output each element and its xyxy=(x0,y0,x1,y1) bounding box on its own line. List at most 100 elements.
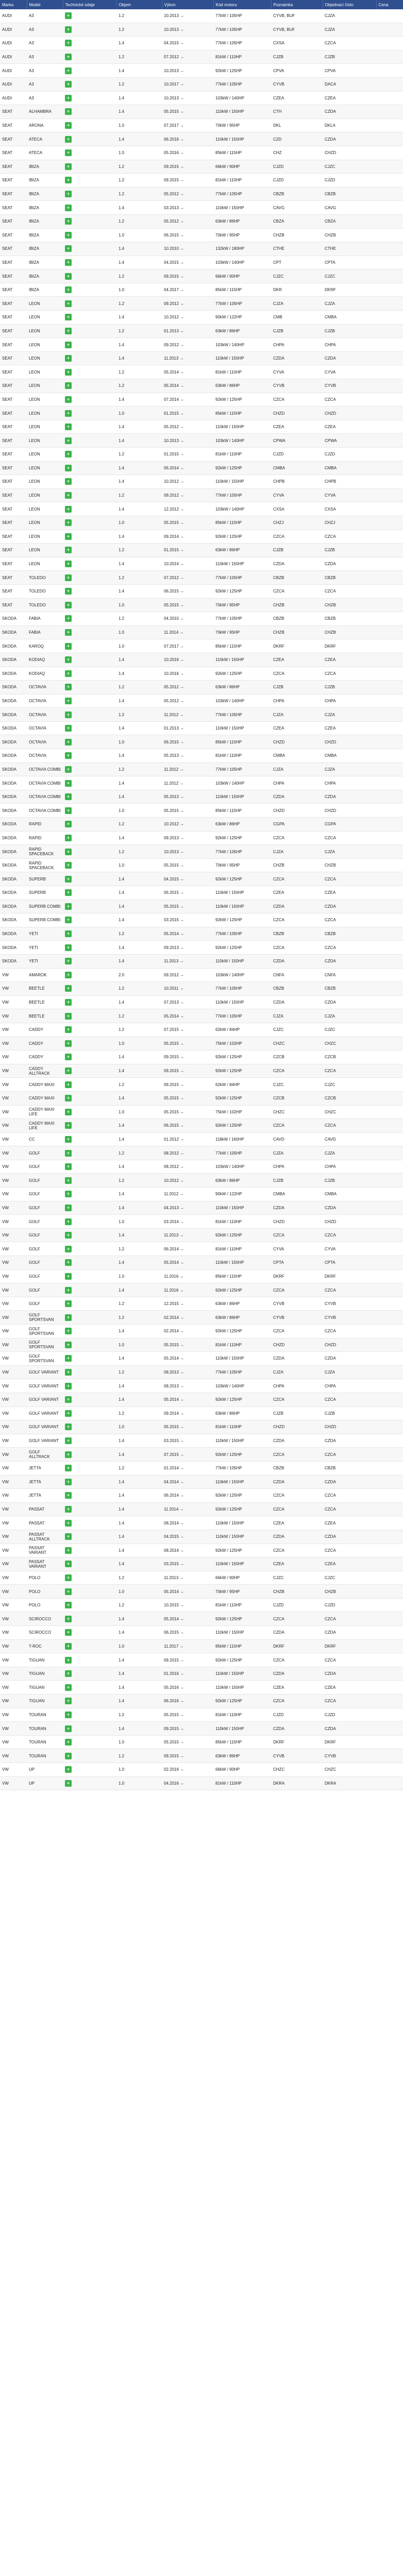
tech-data-icon[interactable]: + xyxy=(65,478,72,485)
table-row[interactable]: VW CADDY +1.2 07.2015 → 62kW / 84HP CJZC CJZC xyxy=(0,1023,403,1037)
tech-data-icon[interactable]: + xyxy=(65,588,72,595)
cell-tech-data[interactable]: + xyxy=(63,680,116,694)
cell-tech-data[interactable]: + xyxy=(63,1242,116,1257)
table-row[interactable]: VW T-ROC +1.0 11.2017 → 85kW / 115HP DKRF DKRF xyxy=(0,1639,403,1654)
cell-tech-data[interactable]: + xyxy=(63,927,116,941)
table-row[interactable]: VW PASSAT VARIANT +1.4 03.2015 → 110kW / 150… xyxy=(0,1557,403,1571)
tech-data-icon[interactable]: + xyxy=(65,1615,72,1622)
tech-data-icon[interactable]: + xyxy=(65,766,72,773)
cell-tech-data[interactable]: + xyxy=(63,365,116,380)
cell-tech-data[interactable]: + xyxy=(63,1776,116,1791)
table-row[interactable]: AUDI A3 +1.2 07.2012 → 81kW / 110HP CJZB CJZB xyxy=(0,50,403,64)
cell-tech-data[interactable]: + xyxy=(63,1544,116,1558)
cell-tech-data[interactable]: + xyxy=(63,228,116,243)
tech-data-icon[interactable]: + xyxy=(65,697,72,704)
tech-data-icon[interactable]: + xyxy=(65,1314,72,1321)
table-row[interactable]: VW CADDY MAXI +1.2 09.2015 → 62kW / 84HP CJZC… xyxy=(0,1077,403,1092)
cell-tech-data[interactable]: + xyxy=(63,379,116,393)
cell-tech-data[interactable]: + xyxy=(63,1475,116,1489)
tech-data-icon[interactable]: + xyxy=(65,1026,72,1033)
table-row[interactable]: SEAT TOLEDO +1.0 05.2015 → 70kW / 95HP CHZB CH… xyxy=(0,598,403,613)
cell-tech-data[interactable]: + xyxy=(63,173,116,188)
cell-tech-data[interactable]: + xyxy=(63,1612,116,1626)
tech-data-icon[interactable]: + xyxy=(65,1177,72,1184)
tech-data-icon[interactable]: + xyxy=(65,1670,72,1677)
cell-tech-data[interactable]: + xyxy=(63,1598,116,1613)
tech-data-icon[interactable]: + xyxy=(65,1149,72,1157)
tech-data-icon[interactable]: + xyxy=(65,1656,72,1664)
table-row[interactable]: SEAT IBIZA +1.0 06.2015 → 70kW / 95HP CHZB CHZ… xyxy=(0,228,403,243)
table-row[interactable]: SEAT IBIZA +1.2 05.2012 → 63kW / 86HP CBZA CBZ… xyxy=(0,214,403,229)
cell-tech-data[interactable]: + xyxy=(63,1721,116,1736)
cell-tech-data[interactable]: + xyxy=(63,1269,116,1284)
tech-data-icon[interactable]: + xyxy=(65,94,72,101)
tech-data-icon[interactable]: + xyxy=(65,1547,72,1554)
table-row[interactable]: SEAT IBIZA +1.0 04.2017 → 85kW / 115HP DKR DKR… xyxy=(0,283,403,297)
cell-tech-data[interactable]: + xyxy=(63,1050,116,1064)
cell-tech-data[interactable]: + xyxy=(63,530,116,544)
table-row[interactable]: SKODA OCTAVIA COMBI +1.4 05.2013 → 110kW / 1… xyxy=(0,790,403,804)
cell-tech-data[interactable]: + xyxy=(63,77,116,92)
table-row[interactable]: SKODA OCTAVIA +1.4 05.2013 → 81kW / 110HP CMB… xyxy=(0,749,403,763)
tech-data-icon[interactable]: + xyxy=(65,1081,72,1088)
tech-data-icon[interactable]: + xyxy=(65,930,72,938)
tech-data-icon[interactable]: + xyxy=(65,451,72,458)
table-row[interactable]: SKODA OCTAVIA COMBI +1.2 11.2012 → 77kW / 10… xyxy=(0,762,403,777)
cell-tech-data[interactable]: + xyxy=(63,269,116,283)
table-row[interactable]: SEAT TOLEDO +1.4 06.2015 → 92kW / 125HP CZCA C… xyxy=(0,584,403,599)
table-row[interactable]: SEAT LEON +1.4 07.2014 → 92kW / 125HP CZCA CZC… xyxy=(0,393,403,407)
cell-tech-data[interactable]: + xyxy=(63,1214,116,1229)
cell-tech-data[interactable]: + xyxy=(63,461,116,476)
cell-tech-data[interactable]: + xyxy=(63,447,116,462)
tech-data-icon[interactable]: + xyxy=(65,601,72,608)
cell-tech-data[interactable]: + xyxy=(63,310,116,325)
tech-data-icon[interactable]: + xyxy=(65,368,72,376)
tech-data-icon[interactable]: + xyxy=(65,533,72,540)
cell-tech-data[interactable]: + xyxy=(63,543,116,557)
tech-data-icon[interactable]: + xyxy=(65,862,72,869)
cell-tech-data[interactable]: + xyxy=(63,1653,116,1667)
cell-tech-data[interactable]: + xyxy=(63,1571,116,1585)
table-row[interactable]: SKODA SUPERB COMBI +1.4 05.2015 → 110kW / 15… xyxy=(0,900,403,914)
table-row[interactable]: SEAT LEON +1.4 06.2014 → 92kW / 125HP CMBA CMB… xyxy=(0,461,403,476)
table-row[interactable]: SEAT ARONA +1.0 07.2017 → 70kW / 95HP DKL DKLA xyxy=(0,118,403,133)
tech-data-icon[interactable]: + xyxy=(65,1191,72,1198)
cell-tech-data[interactable]: + xyxy=(63,1379,116,1393)
cell-tech-data[interactable]: + xyxy=(63,1009,116,1023)
table-row[interactable]: VW TIGUAN +1.4 09.2015 → 92kW / 125HP CZCA CZC… xyxy=(0,1653,403,1667)
tech-data-icon[interactable]: + xyxy=(65,191,72,198)
tech-data-icon[interactable]: + xyxy=(65,903,72,910)
table-row[interactable]: VW TOURAN +1.2 09.2015 → 63kW / 86HP CYVB CYVB xyxy=(0,1749,403,1763)
table-row[interactable]: VW BEETLE +1.2 10.2011 → 77kW / 105HP CBZB CBZ… xyxy=(0,981,403,996)
tech-data-icon[interactable]: + xyxy=(65,807,72,814)
tech-data-icon[interactable]: + xyxy=(65,971,72,978)
table-row[interactable]: VW GOLF +1.0 11.2016 → 85kW / 115HP DKRF DKRF xyxy=(0,1269,403,1284)
table-row[interactable]: SEAT LEON +1.2 01.2015 → 81kW / 110HP CJZD CJZ… xyxy=(0,447,403,462)
cell-tech-data[interactable]: + xyxy=(63,1557,116,1571)
table-row[interactable]: SKODA OCTAVIA +1.0 06.2015 → 85kW / 115HP CHZ… xyxy=(0,735,403,750)
cell-tech-data[interactable]: + xyxy=(63,1132,116,1147)
table-row[interactable]: SKODA OCTAVIA +1.4 05.2012 → 103kW / 140HP CH… xyxy=(0,694,403,708)
tech-data-icon[interactable]: + xyxy=(65,561,72,568)
cell-tech-data[interactable]: + xyxy=(63,584,116,599)
table-row[interactable]: VW PASSAT VARIANT +1.4 08.2014 → 92kW / 125H… xyxy=(0,1544,403,1558)
tech-data-icon[interactable]: + xyxy=(65,1040,72,1047)
table-row[interactable]: SEAT IBIZA +1.2 09.2015 → 66kW / 90HP CJZC CJZ… xyxy=(0,269,403,283)
tech-data-icon[interactable]: + xyxy=(65,1642,72,1650)
cell-tech-data[interactable]: + xyxy=(63,337,116,352)
table-row[interactable]: SKODA SUPERB +1.4 06.2015 → 110kW / 150HP CZE… xyxy=(0,886,403,900)
tech-data-icon[interactable]: + xyxy=(65,135,72,143)
table-row[interactable]: SKODA FABIA +1.0 11.2014 → 70kW / 95HP CHZB CH… xyxy=(0,625,403,640)
cell-tech-data[interactable]: + xyxy=(63,23,116,37)
tech-data-icon[interactable]: + xyxy=(65,1355,72,1362)
tech-data-icon[interactable]: + xyxy=(65,1382,72,1389)
cell-tech-data[interactable]: + xyxy=(63,1680,116,1695)
tech-data-icon[interactable]: + xyxy=(65,1369,72,1376)
table-row[interactable]: VW CADDY MAXI LIFE +1.4 06.2015 → 92kW / 125… xyxy=(0,1118,403,1133)
cell-tech-data[interactable]: + xyxy=(63,1639,116,1654)
cell-tech-data[interactable]: + xyxy=(63,200,116,215)
tech-data-icon[interactable]: + xyxy=(65,273,72,280)
table-row[interactable]: SEAT LEON +1.4 12.2012 → 103kW / 140HP CXSA CX… xyxy=(0,502,403,516)
cell-tech-data[interactable]: + xyxy=(63,393,116,407)
table-row[interactable]: VW GOLF +1.4 08.2012 → 103kW / 140HP CHPA CHPA xyxy=(0,1160,403,1174)
